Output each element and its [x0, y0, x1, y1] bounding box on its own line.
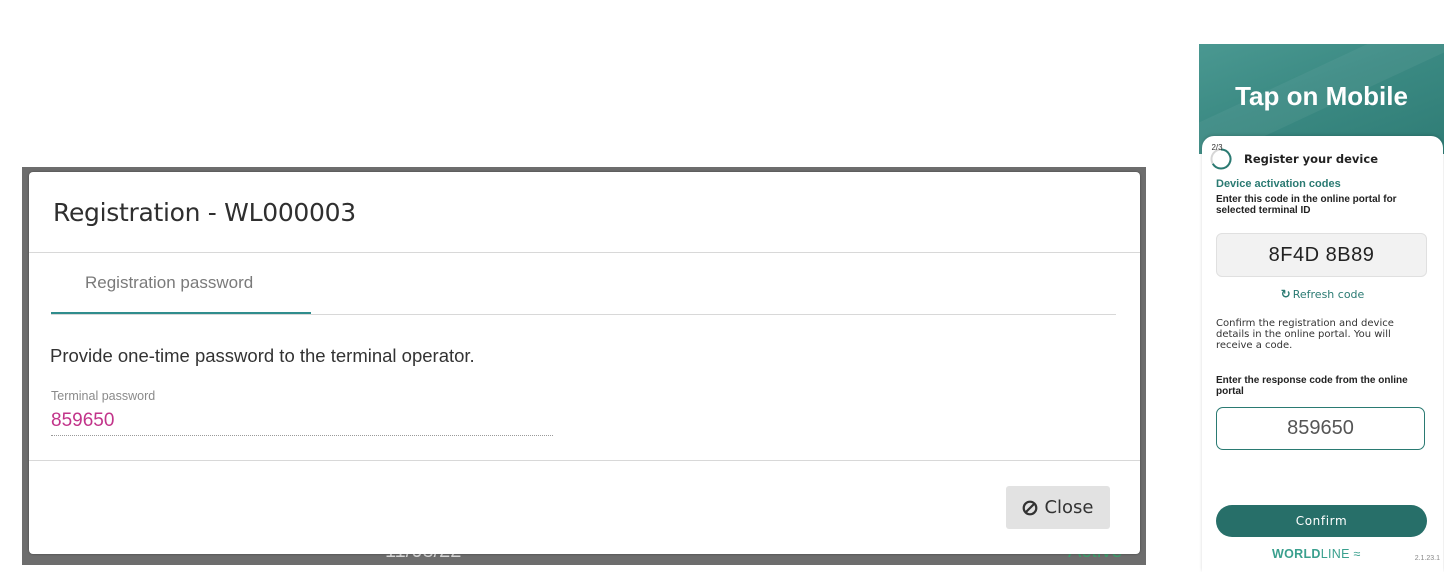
- registration-card: 2/3 Register your device Device activati…: [1202, 136, 1443, 572]
- ban-icon: [1022, 500, 1038, 516]
- activation-code: 8F4D 8B89: [1216, 233, 1427, 277]
- worldline-logo: WORLDLINE ≈: [1272, 547, 1361, 561]
- refresh-code-link[interactable]: ↻ Refresh code: [1202, 287, 1443, 301]
- modal-body: Registration password Provide one-time p…: [29, 253, 1140, 461]
- modal-footer: Close: [29, 461, 1140, 555]
- modal-title: Registration - WL000003: [53, 198, 356, 227]
- terminal-password-label: Terminal password: [51, 389, 156, 403]
- close-button[interactable]: Close: [1006, 486, 1110, 529]
- brand-bold: WORLD: [1272, 547, 1321, 561]
- confirm-button[interactable]: Confirm: [1216, 505, 1427, 537]
- confirm-instructions: Confirm the registration and device deta…: [1216, 318, 1394, 351]
- modal-header: Registration - WL000003: [29, 172, 1140, 253]
- tab-divider: [51, 314, 1116, 315]
- code-hint: Enter this code in the online portal for…: [1216, 194, 1397, 216]
- step-title: Register your device: [1244, 152, 1378, 166]
- step-indicator: 2/3: [1211, 143, 1223, 152]
- response-code-label: Enter the response code from the online …: [1216, 375, 1408, 397]
- terminal-password-field[interactable]: [51, 407, 553, 436]
- response-code-input[interactable]: [1216, 407, 1425, 450]
- instruction-text: Provide one-time password to the termina…: [50, 345, 475, 366]
- tab-label: Registration password: [85, 273, 254, 292]
- close-button-label: Close: [1044, 497, 1094, 518]
- mobile-app-screen: Tap on Mobile 2/3 Register your device D…: [1199, 44, 1444, 572]
- brand-mark-icon: ≈: [1353, 547, 1361, 561]
- section-heading: Device activation codes: [1216, 178, 1341, 190]
- app-version: 2.1.23.1: [1414, 555, 1440, 562]
- app-title: Tap on Mobile: [1235, 81, 1408, 111]
- refresh-icon: ↻: [1280, 287, 1291, 301]
- brand-light: LINE: [1320, 547, 1350, 561]
- tab-registration-password[interactable]: Registration password: [51, 253, 311, 315]
- refresh-code-label: Refresh code: [1292, 288, 1365, 301]
- registration-modal: Registration - WL000003 Registration pas…: [29, 172, 1140, 554]
